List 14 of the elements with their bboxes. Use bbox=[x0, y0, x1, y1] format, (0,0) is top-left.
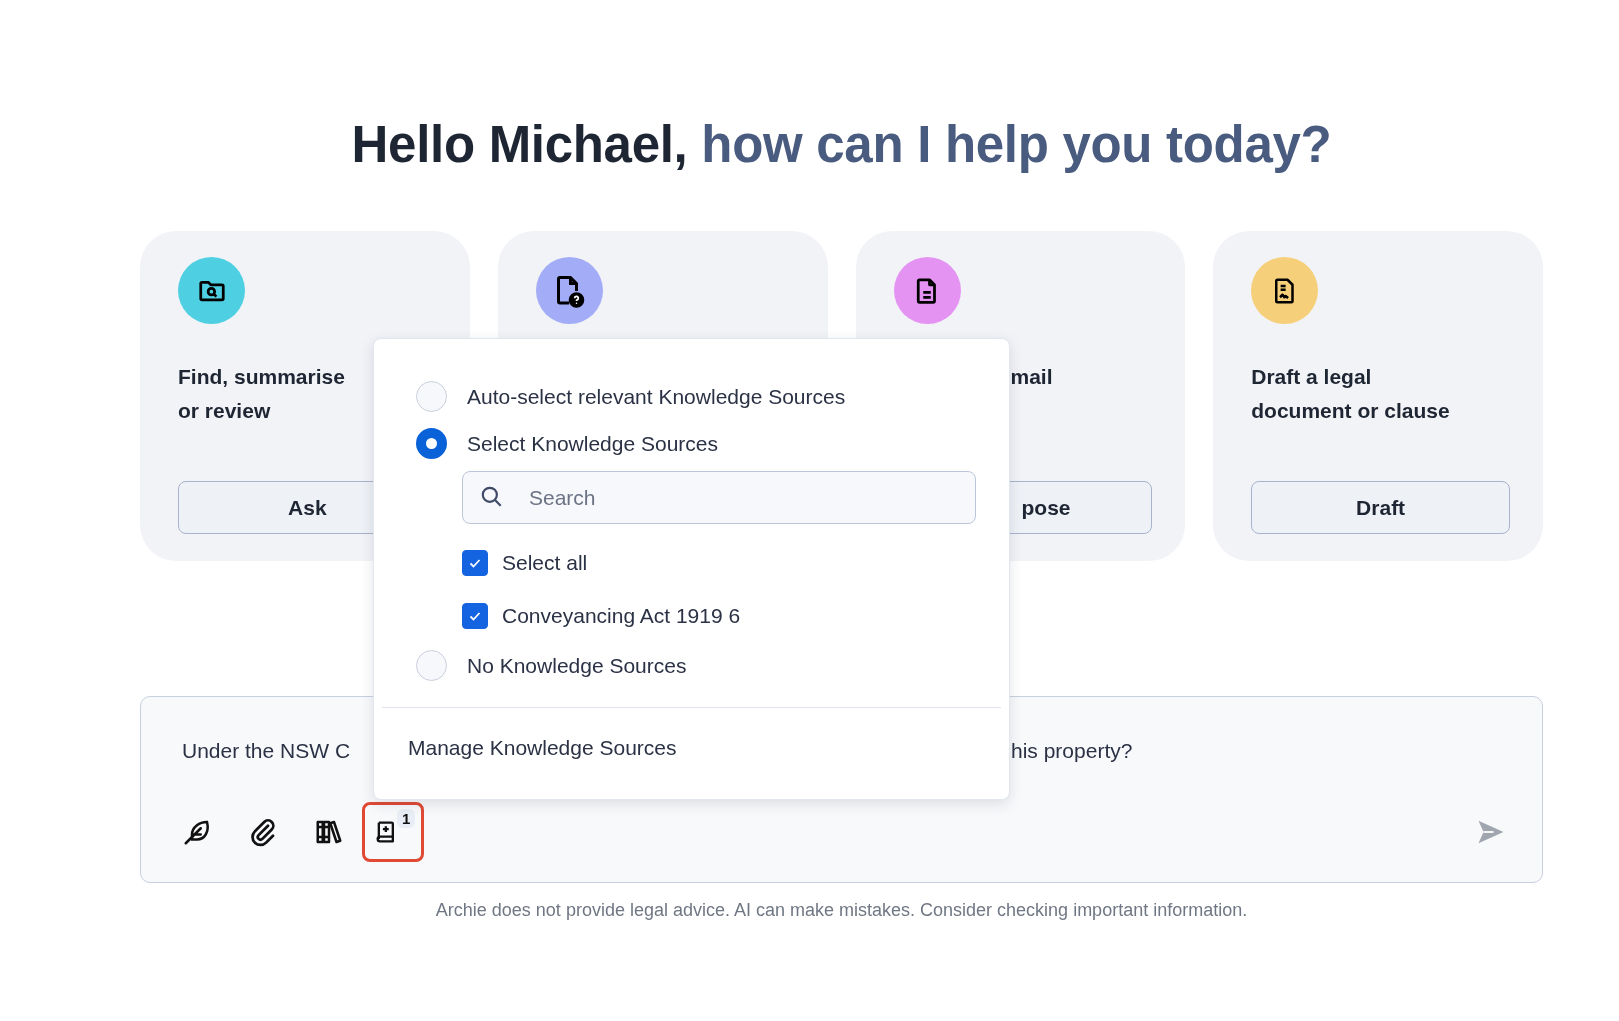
greeting-text: Hello Michael, bbox=[351, 116, 688, 173]
card-title: Find, summarise or review bbox=[178, 364, 345, 424]
option-label: Select all bbox=[502, 550, 588, 575]
card-title: mail bbox=[1009, 364, 1053, 390]
count-badge: 1 bbox=[397, 809, 416, 828]
option-label: Auto-select relevant Knowledge Sources bbox=[467, 384, 846, 409]
disclaimer-text: Archie does not provide legal advice. AI can make mistakes. Consider checking important information. bbox=[434, 900, 1249, 921]
question-text: how can I help you today? bbox=[701, 116, 1332, 173]
prompt-text: Under the NSW C bbox=[182, 738, 351, 764]
option-label: Conveyancing Act 1919 6 bbox=[502, 603, 741, 628]
prompt-text: his property? bbox=[1011, 738, 1133, 764]
option-label: No Knowledge Sources bbox=[467, 653, 687, 678]
card-title: Draft a legal document or clause bbox=[1251, 364, 1450, 424]
option-label: Select Knowledge Sources bbox=[467, 431, 718, 456]
